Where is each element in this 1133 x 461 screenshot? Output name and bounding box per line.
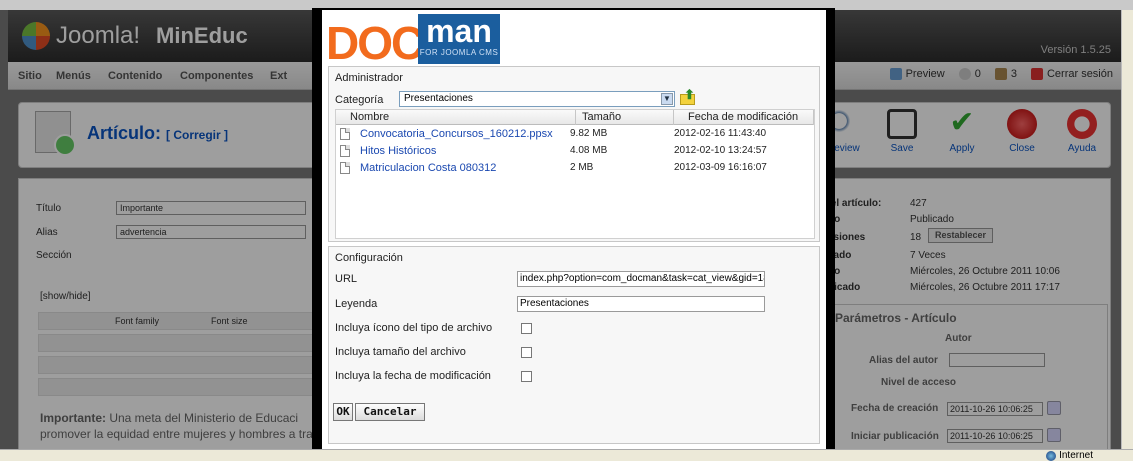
document-icon: [340, 162, 350, 174]
file-date: 2012-02-10 13:24:57: [674, 145, 767, 156]
folder-up-icon[interactable]: ⬆: [679, 87, 697, 107]
file-table: Nombre Tamaño Fecha de modificación Conv…: [335, 109, 815, 239]
category-select-value: Presentaciones: [404, 93, 473, 104]
screen: Joomla! MinEduc Versión 1.5.25 Sitio Men…: [0, 0, 1133, 461]
category-select[interactable]: Presentaciones ▼: [399, 91, 675, 107]
cancel-button[interactable]: Cancelar: [355, 403, 425, 421]
file-size: 4.08 MB: [570, 145, 608, 156]
security-zone: Internet: [1046, 450, 1093, 461]
file-size: 9.82 MB: [570, 128, 608, 139]
include-icon-checkbox[interactable]: [521, 323, 532, 334]
file-name-link[interactable]: Hitos Históricos: [360, 145, 436, 157]
chevron-down-icon[interactable]: ▼: [661, 93, 673, 105]
include-date-checkbox[interactable]: [521, 371, 532, 382]
legend-label: Leyenda: [335, 298, 378, 310]
table-row[interactable]: Matriculacion Costa 080312 2 MB 2012-03-…: [336, 161, 814, 178]
table-row[interactable]: Hitos Históricos 4.08 MB 2012-02-10 13:2…: [336, 144, 814, 161]
admin-panel: Administrador Categoría Presentaciones ▼…: [328, 66, 820, 242]
admin-legend: Administrador: [335, 72, 403, 84]
category-label: Categoría: [335, 94, 384, 106]
file-date: 2012-03-09 16:16:07: [674, 162, 767, 173]
include-size-label: Incluya tamaño del archivo: [335, 346, 466, 358]
arrow-up-icon: ⬆: [684, 87, 695, 102]
zone-label: Internet: [1059, 450, 1093, 461]
document-icon: [340, 145, 350, 157]
config-legend: Configuración: [335, 252, 403, 264]
table-header: Nombre Tamaño Fecha de modificación: [336, 110, 814, 125]
url-input[interactable]: index.php?option=com_docman&task=cat_vie…: [517, 271, 765, 287]
column-header-size[interactable]: Tamaño: [576, 110, 674, 125]
column-header-date[interactable]: Fecha de modificación: [674, 110, 814, 125]
url-label: URL: [335, 273, 358, 285]
file-date: 2012-02-16 11:43:40: [674, 128, 767, 139]
table-row[interactable]: Convocatoria_Concursos_160212.ppsx 9.82 …: [336, 127, 814, 144]
include-size-checkbox[interactable]: [521, 347, 532, 358]
browser-statusbar: Internet: [0, 449, 1133, 461]
window-scrollbar[interactable]: [1121, 10, 1133, 449]
ok-button[interactable]: OK: [333, 403, 353, 421]
globe-icon: [1046, 450, 1057, 461]
include-date-label: Incluya la fecha de modificación: [335, 370, 491, 382]
docman-modal: DOC man FOR JOOMLA CMS Administrador Cat…: [322, 10, 826, 449]
legend-input[interactable]: Presentaciones: [517, 296, 765, 312]
logo-subtitle: FOR JOOMLA CMS: [419, 48, 499, 57]
file-name-link[interactable]: Matriculacion Costa 080312: [360, 162, 496, 174]
logo-doc-text: DOC: [326, 17, 424, 69]
docman-logo: DOC man FOR JOOMLA CMS: [326, 14, 502, 69]
file-size: 2 MB: [570, 162, 594, 173]
include-icon-label: Incluya ícono del tipo de archivo: [335, 322, 493, 334]
config-panel: Configuración URL index.php?option=com_d…: [328, 246, 820, 444]
document-icon: [340, 128, 350, 140]
column-header-name[interactable]: Nombre: [336, 110, 576, 125]
file-name-link[interactable]: Convocatoria_Concursos_160212.ppsx: [360, 128, 553, 140]
